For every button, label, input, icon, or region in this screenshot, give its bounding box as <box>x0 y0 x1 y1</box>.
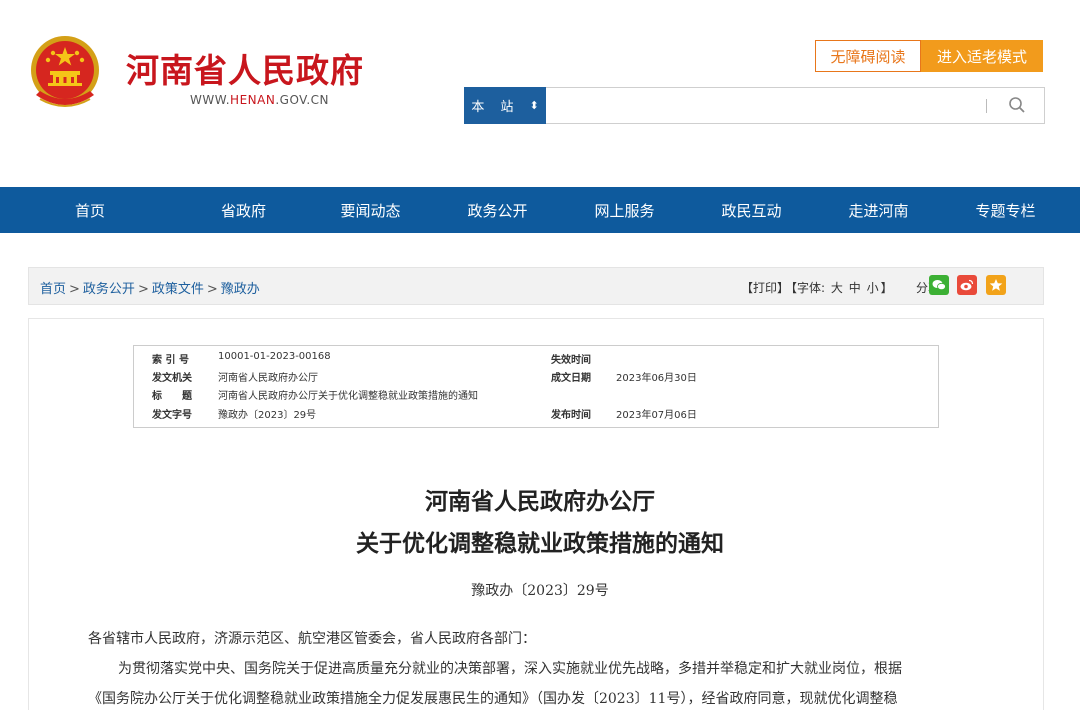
breadcrumb-separator: > <box>206 282 218 297</box>
font-size-suffix: 】 <box>880 281 893 295</box>
breadcrumb-separator: > <box>137 282 149 297</box>
font-small-button[interactable]: 小 <box>867 281 879 295</box>
font-size-prefix: 【字体: <box>791 281 826 295</box>
search-icon[interactable] <box>1008 96 1026 114</box>
page-tools: 【打印】 【字体: 大 中 小】 <box>741 279 895 296</box>
meta-expire-label: 失效时间 <box>551 355 591 366</box>
nav-item-about-henan[interactable]: 走进河南 <box>815 187 942 233</box>
print-button[interactable]: 【打印】 <box>741 281 789 295</box>
meta-title-value: 河南省人民政府办公厅关于优化调整稳就业政策措施的通知 <box>218 391 478 402</box>
nav-item-interaction[interactable]: 政民互动 <box>688 187 815 233</box>
nav-item-government-affairs[interactable]: 政务公开 <box>434 187 561 233</box>
meta-index-value: 10001-01-2023-00168 <box>218 351 331 362</box>
site-url-highlight: HENAN <box>230 93 276 107</box>
nav-item-home[interactable]: 首页 <box>0 187 180 233</box>
site-title[interactable]: 河南省人民政府 <box>126 44 364 92</box>
national-emblem-icon[interactable] <box>26 33 104 115</box>
nav-item-online-services[interactable]: 网上服务 <box>561 187 688 233</box>
meta-issuer-label: 发文机关 <box>152 373 192 384</box>
search-scope-label: 本 站 <box>471 100 520 115</box>
breadcrumb-bar: 首页>政务公开>政策文件>豫政办 【打印】【字体: 大 中 小】 分享: <box>28 267 1044 305</box>
breadcrumb-separator: > <box>69 282 80 297</box>
nav-item-special-topics[interactable]: 专题专栏 <box>942 187 1069 233</box>
breadcrumb-government-affairs[interactable]: 政务公开 <box>83 282 135 297</box>
document-title-line-2: 关于优化调整稳就业政策措施的通知 <box>356 530 724 557</box>
meta-docno-value: 豫政办〔2023〕29号 <box>218 410 317 421</box>
accessibility-button[interactable]: 无障碍阅读 <box>815 40 921 72</box>
nav-item-news[interactable]: 要闻动态 <box>307 187 434 233</box>
meta-written-value: 2023年06月30日 <box>616 373 697 384</box>
document-salutation: 各省辖市人民政府，济源示范区、航空港区管委会，省人民政府各部门： <box>88 631 536 647</box>
font-large-button[interactable]: 大 <box>831 281 843 295</box>
site-url-suffix: .GOV.CN <box>275 93 330 107</box>
meta-issuer-value: 河南省人民政府办公厅 <box>218 373 318 384</box>
favorite-star-icon[interactable] <box>986 275 1006 295</box>
meta-written-label: 成文日期 <box>551 373 591 384</box>
wechat-share-icon[interactable] <box>929 275 949 295</box>
breadcrumb: 首页 > 政务公开 > 政策文件 > 豫政办 <box>40 278 260 297</box>
meta-publish-value: 2023年07月06日 <box>616 410 697 421</box>
main-nav: 首页 省政府 要闻动态 政务公开 网上服务 政民互动 走进河南 专题专栏 <box>0 187 1080 233</box>
meta-title-label: 标 题 <box>152 391 192 402</box>
elder-mode-button[interactable]: 进入适老模式 <box>921 40 1043 72</box>
nav-item-provincial-government[interactable]: 省政府 <box>180 187 307 233</box>
breadcrumb-yuzhengban[interactable]: 豫政办 <box>221 282 260 297</box>
search-divider <box>986 99 987 113</box>
sort-caret-icon: ⬍ <box>529 99 539 112</box>
site-url: WWW.HENAN.GOV.CN <box>190 93 329 107</box>
document-body-line: 为贯彻落实党中央、国务院关于促进高质量充分就业的决策部署，深入实施就业优先战略，… <box>118 661 902 677</box>
meta-publish-label: 发布时间 <box>551 410 591 421</box>
meta-row: 标 题 河南省人民政府办公厅关于优化调整稳就业政策措施的通知 <box>134 387 940 405</box>
meta-row: 索 引 号 10001-01-2023-00168 失效时间 <box>134 351 940 369</box>
document-meta-table: 索 引 号 10001-01-2023-00168 失效时间 发文机关 河南省人… <box>133 345 939 428</box>
site-url-prefix: WWW. <box>190 93 231 107</box>
search-input[interactable] <box>546 87 1045 124</box>
site-header: 河南省人民政府 WWW.HENAN.GOV.CN 无障碍阅读 进入适老模式 本 … <box>0 0 1080 187</box>
document-number: 豫政办〔2023〕29号 <box>471 583 609 599</box>
breadcrumb-home[interactable]: 首页 <box>40 282 66 297</box>
meta-row: 发文机关 河南省人民政府办公厅 成文日期 2023年06月30日 <box>134 369 940 387</box>
weibo-share-icon[interactable] <box>957 275 977 295</box>
meta-row: 发文字号 豫政办〔2023〕29号 发布时间 2023年07月06日 <box>134 406 940 424</box>
document-body-line: 《国务院办公厅关于优化调整稳就业政策措施全力促发展惠民生的通知》（国办发〔202… <box>88 691 898 707</box>
font-medium-button[interactable]: 中 <box>849 281 861 295</box>
search-scope-select[interactable]: 本 站 ⬍ <box>464 87 546 124</box>
document-title-line-1: 河南省人民政府办公厅 <box>425 488 655 515</box>
meta-docno-label: 发文字号 <box>152 410 192 421</box>
breadcrumb-policy-documents[interactable]: 政策文件 <box>152 282 204 297</box>
meta-index-label: 索 引 号 <box>152 355 189 366</box>
